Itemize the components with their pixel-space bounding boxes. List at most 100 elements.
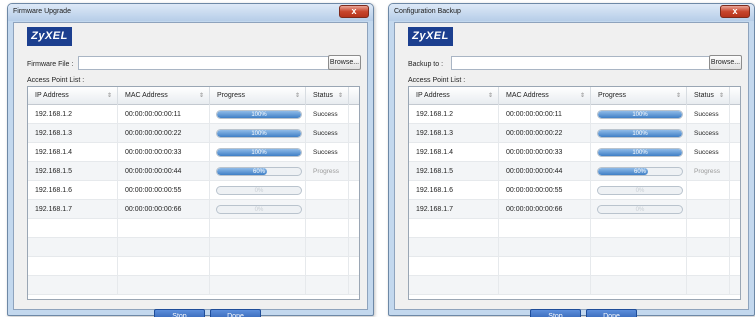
firmware-file-input[interactable]	[78, 56, 336, 70]
column-header-mac[interactable]: MAC Address ⇕	[118, 87, 210, 105]
status-cell	[306, 200, 349, 219]
progress-cell: 0%	[591, 200, 687, 219]
ip-address-cell: 192.168.1.4	[409, 143, 499, 162]
empty-cell	[349, 219, 359, 238]
sort-icon: ⇕	[198, 93, 204, 99]
empty-cell	[409, 219, 499, 238]
table-row[interactable]: 192.168.1.7 00:00:00:00:00:66 0%	[409, 200, 740, 219]
column-header-ip[interactable]: IP Address ⇕	[409, 87, 499, 105]
empty-cell	[730, 200, 740, 219]
title-bar[interactable]: Firmware Upgrade x	[8, 4, 373, 21]
status-cell: Success	[687, 143, 730, 162]
table-row[interactable]: 192.168.1.6 00:00:00:00:00:55 0%	[28, 181, 359, 200]
progress-bar: 0%	[216, 205, 302, 214]
empty-cell	[591, 257, 687, 276]
sort-icon: ⇕	[675, 93, 681, 99]
stop-button[interactable]: Stop	[530, 309, 581, 317]
table-row[interactable]: 192.168.1.2 00:00:00:00:00:11 100% Success	[409, 105, 740, 124]
empty-cell	[730, 162, 740, 181]
empty-cell	[687, 276, 730, 295]
empty-cell	[499, 219, 591, 238]
progress-bar: 100%	[597, 110, 683, 119]
progress-label: 100%	[632, 150, 648, 156]
column-header-progress[interactable]: Progress ⇕	[210, 87, 306, 105]
column-header-ip[interactable]: IP Address ⇕	[28, 87, 118, 105]
backup-to-input[interactable]	[451, 56, 711, 70]
progress-cell: 0%	[210, 200, 306, 219]
stop-button[interactable]: Stop	[154, 309, 205, 317]
table-row[interactable]: 192.168.1.7 00:00:00:00:00:66 0%	[28, 200, 359, 219]
empty-cell	[730, 219, 740, 238]
table-row[interactable]: 192.168.1.6 00:00:00:00:00:55 0%	[409, 181, 740, 200]
mac-address-cell: 00:00:00:00:00:22	[118, 124, 210, 143]
empty-row	[409, 238, 740, 257]
browse-button[interactable]: Browse...	[709, 55, 742, 70]
table-row[interactable]: 192.168.1.2 00:00:00:00:00:11 100% Success	[28, 105, 359, 124]
status-cell: Success	[306, 143, 349, 162]
dialog-body: ZyXEL Backup to : Browse... Access Point…	[394, 22, 749, 317]
empty-cell	[730, 276, 740, 295]
status-cell: Success	[687, 105, 730, 124]
table-row[interactable]: 192.168.1.3 00:00:00:00:00:22 100% Success	[28, 124, 359, 143]
progress-cell: 0%	[210, 181, 306, 200]
access-point-table: IP Address ⇕ MAC Address ⇕ Progress ⇕ Statu…	[408, 86, 741, 300]
ip-address-cell: 192.168.1.6	[28, 181, 118, 200]
progress-bar: 100%	[597, 129, 683, 138]
progress-bar: 0%	[597, 186, 683, 195]
empty-cell	[499, 238, 591, 257]
access-point-list-label: Access Point List :	[27, 77, 85, 84]
empty-cell	[591, 219, 687, 238]
empty-row	[28, 257, 359, 276]
empty-cell	[730, 181, 740, 200]
close-button[interactable]: x	[720, 5, 750, 18]
access-point-table: IP Address ⇕ MAC Address ⇕ Progress ⇕ Statu…	[27, 86, 360, 300]
table-row[interactable]: 192.168.1.5 00:00:00:00:00:44 60% Progress	[28, 162, 359, 181]
progress-label: 0%	[254, 207, 264, 213]
empty-cell	[349, 257, 359, 276]
empty-row	[28, 238, 359, 257]
empty-cell	[730, 105, 740, 124]
zyxel-logo: ZyXEL	[27, 27, 72, 46]
ip-address-cell: 192.168.1.7	[409, 200, 499, 219]
empty-cell	[349, 143, 359, 162]
table-row[interactable]: 192.168.1.4 00:00:00:00:00:33 100% Success	[28, 143, 359, 162]
column-header-progress[interactable]: Progress ⇕	[591, 87, 687, 105]
progress-label: 100%	[632, 112, 648, 118]
access-point-list-label: Access Point List :	[408, 77, 466, 84]
table-row[interactable]: 192.168.1.4 00:00:00:00:00:33 100% Success	[409, 143, 740, 162]
column-header-status[interactable]: Status ⇕	[306, 87, 349, 105]
title-bar[interactable]: Configuration Backup x	[389, 4, 754, 21]
ip-address-cell: 192.168.1.6	[409, 181, 499, 200]
empty-cell	[730, 124, 740, 143]
progress-label: 100%	[251, 131, 267, 137]
table-header: IP Address ⇕ MAC Address ⇕ Progress ⇕ Statu…	[28, 87, 359, 105]
progress-cell: 100%	[591, 105, 687, 124]
empty-cell	[118, 257, 210, 276]
empty-row	[409, 276, 740, 295]
column-header-status[interactable]: Status ⇕	[687, 87, 730, 105]
progress-bar: 60%	[597, 167, 683, 176]
empty-cell	[306, 276, 349, 295]
mac-address-cell: 00:00:00:00:00:33	[118, 143, 210, 162]
empty-cell	[210, 257, 306, 276]
column-header-mac[interactable]: MAC Address ⇕	[499, 87, 591, 105]
empty-cell	[118, 219, 210, 238]
table-row[interactable]: 192.168.1.5 00:00:00:00:00:44 60% Progress	[409, 162, 740, 181]
sort-icon: ⇕	[579, 93, 585, 99]
browse-button[interactable]: Browse...	[328, 55, 361, 70]
empty-cell	[306, 257, 349, 276]
empty-row	[409, 219, 740, 238]
table-row[interactable]: 192.168.1.3 00:00:00:00:00:22 100% Success	[409, 124, 740, 143]
progress-bar: 60%	[216, 167, 302, 176]
done-button[interactable]: Done	[586, 309, 637, 317]
close-button[interactable]: x	[339, 5, 369, 18]
empty-cell	[306, 238, 349, 257]
sort-icon: ⇕	[106, 93, 112, 99]
empty-cell	[210, 219, 306, 238]
done-button[interactable]: Done	[210, 309, 261, 317]
firmware-file-label: Firmware File :	[27, 61, 74, 68]
backup-to-label: Backup to :	[408, 61, 444, 68]
progress-label: 0%	[635, 188, 645, 194]
mac-address-cell: 00:00:00:00:00:66	[118, 200, 210, 219]
progress-cell: 100%	[210, 143, 306, 162]
